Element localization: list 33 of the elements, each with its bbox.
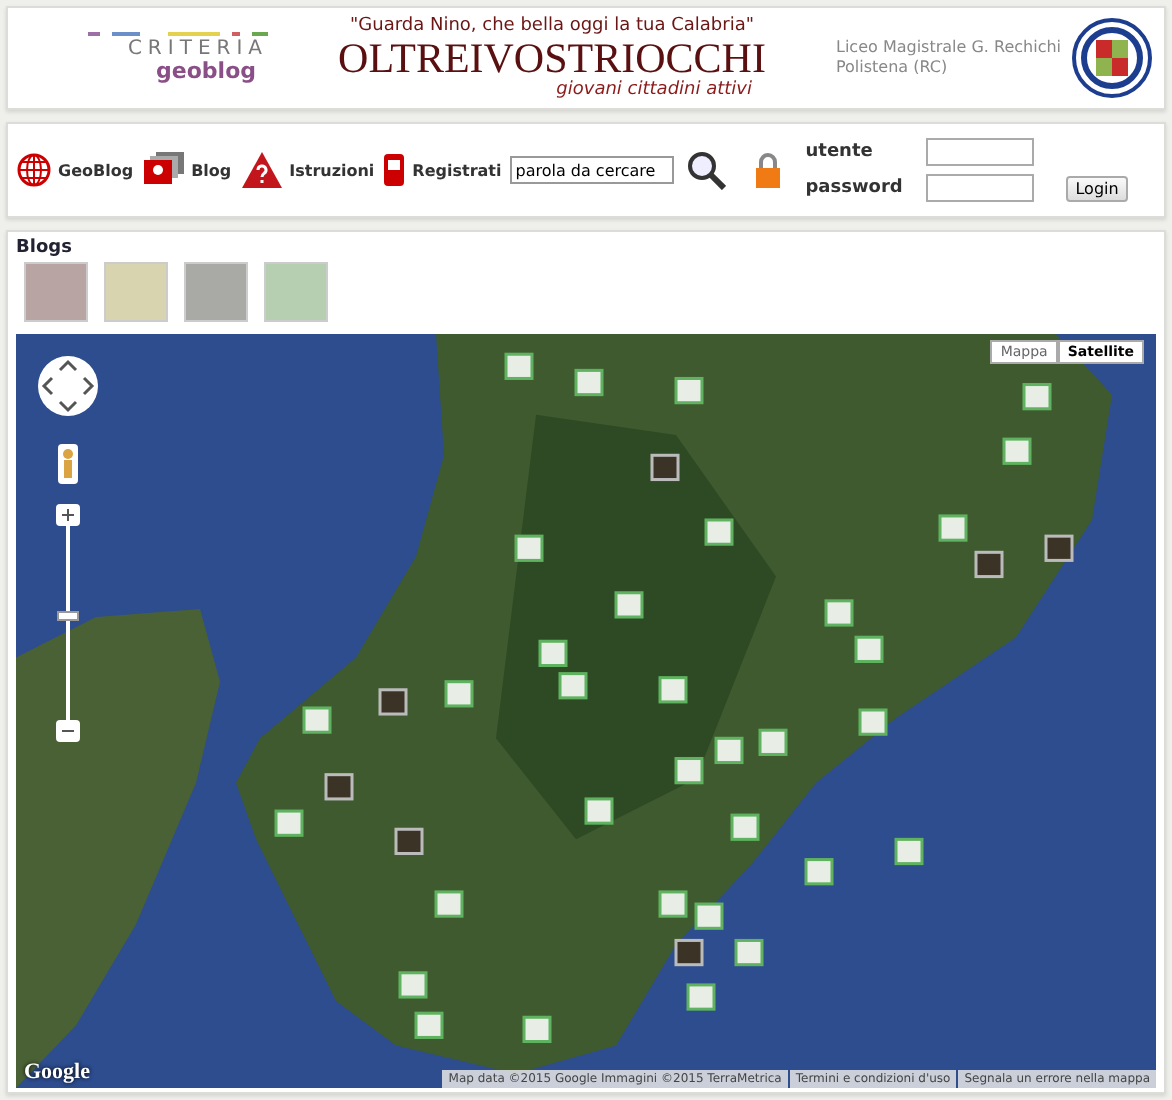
- nav-link[interactable]: GeoBlog: [16, 152, 134, 188]
- emblem-icon: [1072, 18, 1152, 98]
- windows-icon: [141, 150, 186, 190]
- globe-icon: [16, 152, 52, 188]
- password-field[interactable]: [925, 174, 1034, 202]
- logo-subtitle: geoblog: [156, 60, 256, 84]
- login-button[interactable]: Login: [1065, 175, 1129, 201]
- nav-link[interactable]: Registrati: [382, 150, 502, 190]
- site-subtitle: giovani cittadini attivi: [556, 80, 752, 100]
- blog-thumbnail[interactable]: [104, 262, 168, 322]
- nav-link[interactable]: Istruzioni: [239, 150, 375, 190]
- warning-icon: [239, 150, 284, 190]
- color-bars-icon: [88, 32, 268, 38]
- phone-icon: [382, 150, 407, 190]
- username-label: utente: [805, 142, 875, 162]
- lock-icon: [753, 150, 782, 190]
- school-name: Polistena (RC): [836, 58, 950, 78]
- blog-thumbnail[interactable]: [24, 262, 88, 322]
- pan-control-icon[interactable]: [36, 354, 100, 418]
- search-icon[interactable]: [685, 150, 726, 190]
- quote-text: "Guarda Nino, che bella oggi la tua Calabria": [350, 16, 754, 36]
- site-title: OLTREIVOSTRIOCCHI: [338, 36, 766, 80]
- search-field[interactable]: parola da cercare: [509, 156, 674, 184]
- blog-thumbnail[interactable]: [184, 262, 248, 322]
- password-label: password: [805, 178, 905, 198]
- username-field[interactable]: [925, 138, 1034, 166]
- school-name: Liceo Magistrale G. Rechichi: [836, 38, 1064, 58]
- map-logo: Google: [24, 1060, 90, 1084]
- section-title: Blogs: [16, 238, 74, 258]
- blog-thumbnail[interactable]: [264, 262, 328, 322]
- nav-link[interactable]: Blog: [141, 150, 232, 190]
- zoom-slider-icon[interactable]: [56, 504, 80, 744]
- logo-wordmark: CRITERIA: [127, 38, 268, 60]
